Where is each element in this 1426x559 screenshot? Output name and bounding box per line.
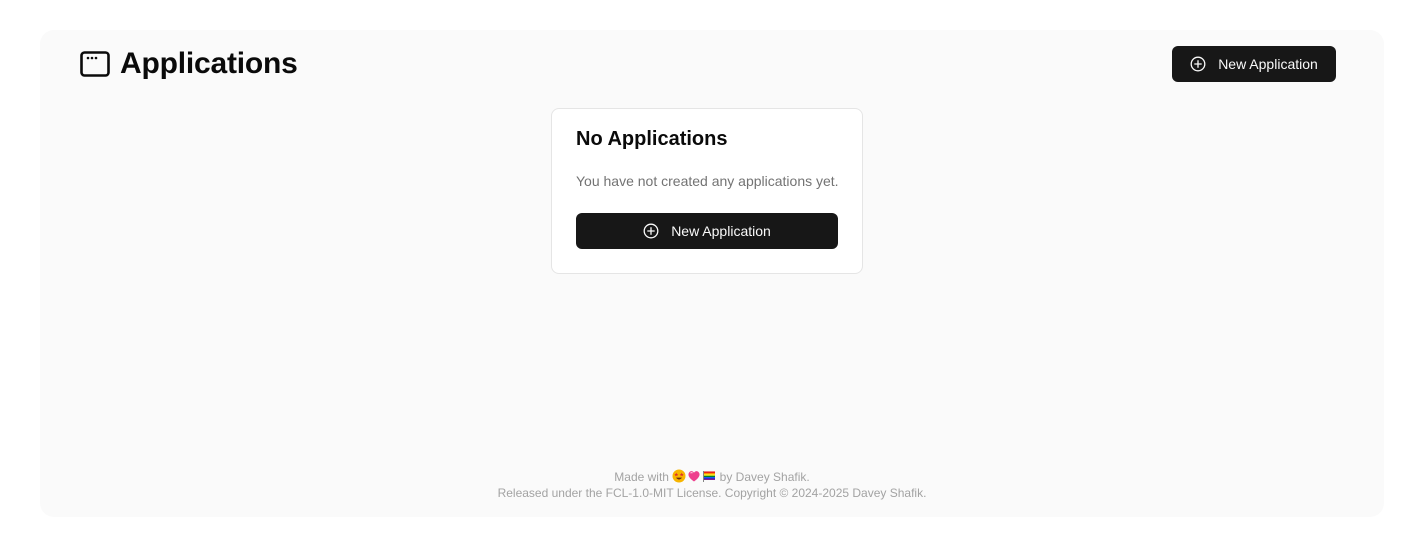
made-with-prefix: Made with bbox=[614, 470, 669, 484]
page-title: Applications bbox=[120, 47, 298, 80]
made-with-emojis bbox=[672, 469, 716, 483]
license-line: Released under the FCL-1.0-MIT License. … bbox=[497, 486, 927, 500]
empty-state-title: No Applications bbox=[576, 128, 728, 150]
made-with-line: Made with by Davey Shafik. bbox=[40, 469, 1384, 485]
empty-state-button-label: New Application bbox=[671, 223, 771, 239]
heart-emoji-icon bbox=[687, 469, 701, 483]
made-with-suffix: by Davey Shafik. bbox=[719, 470, 810, 484]
empty-state-description: You have not created any applications ye… bbox=[576, 173, 839, 189]
app-window-icon bbox=[80, 51, 110, 77]
empty-state-new-application-button[interactable]: New Application bbox=[576, 213, 838, 249]
empty-state-card: No Applications You have not created any… bbox=[551, 108, 863, 274]
star-struck-emoji-icon bbox=[672, 469, 686, 483]
footer: Made with by Davey Shafik. Released unde… bbox=[40, 469, 1384, 501]
plus-circle-icon bbox=[643, 223, 659, 239]
page-header: Applications bbox=[80, 46, 298, 82]
rainbow-flag-emoji-icon bbox=[702, 469, 716, 483]
new-application-button[interactable]: New Application bbox=[1172, 46, 1336, 82]
new-application-button-label: New Application bbox=[1218, 56, 1318, 72]
main-panel: Applications New Application No Applicat… bbox=[40, 30, 1384, 517]
plus-circle-icon bbox=[1190, 56, 1206, 72]
